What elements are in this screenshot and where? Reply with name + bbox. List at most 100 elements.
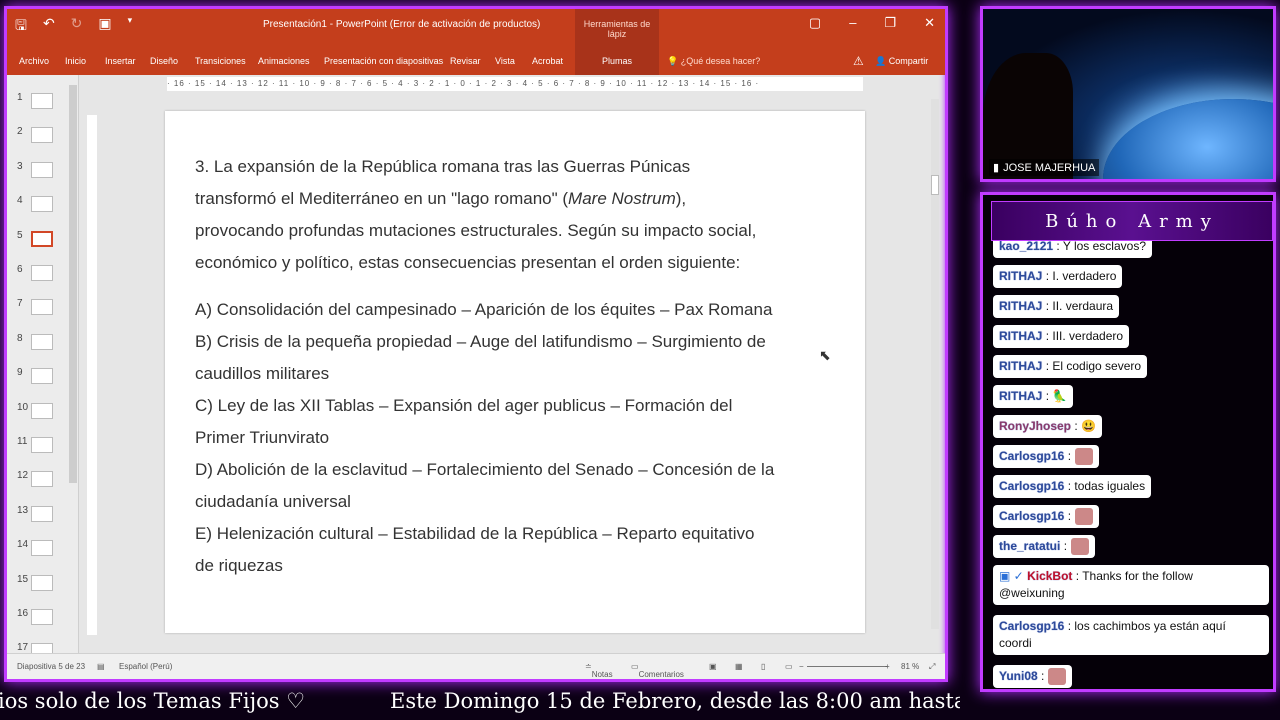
slide-thumbnail[interactable]: 16 <box>7 603 79 633</box>
slide-thumbnail[interactable]: 6 <box>7 259 79 289</box>
window-controls: ▢ – ❐ ✕ <box>809 15 935 31</box>
chat-username[interactable]: Carlosgp16 <box>999 449 1064 463</box>
chat-username[interactable]: Carlosgp16 <box>999 509 1064 523</box>
tab-insertar[interactable]: Insertar <box>105 56 136 66</box>
slide-thumbnail[interactable]: 5 <box>7 225 79 255</box>
restore-icon[interactable]: ❐ <box>884 15 896 31</box>
tab-vista[interactable]: Vista <box>495 56 515 66</box>
thumbnail-number: 3 <box>17 160 23 172</box>
option-c: C) Ley de las XII Tablas – Expansión del… <box>195 396 733 447</box>
thumbnail-number: 16 <box>17 608 29 619</box>
chat-username[interactable]: Yuni08 <box>999 669 1038 683</box>
chat-message: Carlosgp16 : <box>993 505 1100 529</box>
tab-transiciones[interactable]: Transiciones <box>195 56 246 66</box>
emote-icon <box>1075 448 1094 466</box>
thumbnail-preview <box>31 505 53 522</box>
slide-thumbnail[interactable]: 2 <box>7 121 79 151</box>
chat-message: Yuni08 : <box>993 665 1073 689</box>
slide-canvas[interactable]: 3. La expansión de la República romana t… <box>165 111 865 633</box>
chat-username[interactable]: Carlosgp16 <box>999 619 1064 633</box>
chat-text: : los cachimbos ya están aquí <box>1067 619 1226 633</box>
customize-qat-icon[interactable]: ▾ <box>128 15 133 39</box>
tab-inicio[interactable]: Inicio <box>65 56 86 66</box>
chat-username[interactable]: RITHAJ <box>999 329 1042 343</box>
search-placeholder: ¿Qué desea hacer? <box>680 56 761 66</box>
chat-username[interactable]: the_ratatui <box>999 539 1060 553</box>
slide-thumbnail[interactable]: 9 <box>7 362 79 392</box>
save-icon[interactable]: 🖫 <box>15 15 27 39</box>
chat-overlay: kao_2121 : Y los esclavos? RITHAJ : I. ve… <box>980 192 1276 692</box>
option-d: D) Abolición de la esclavitud – Fortalec… <box>195 460 775 511</box>
slide-thumbnail[interactable]: 14 <box>7 534 79 564</box>
slideshow-icon[interactable]: ▭ <box>785 662 793 671</box>
chat-message: RITHAJ : I. verdadero <box>993 265 1123 288</box>
share-button[interactable]: 👤 Compartir <box>875 56 928 67</box>
chat-username[interactable]: KickBot <box>1027 569 1072 583</box>
tab-archivo[interactable]: Archivo <box>19 56 49 66</box>
chat-text-continued: coordi <box>999 636 1032 650</box>
thumbnail-preview <box>31 471 53 488</box>
tab-revisar[interactable]: Revisar <box>450 56 481 66</box>
normal-view-icon[interactable]: ▣ <box>709 662 717 671</box>
zoom-out-icon[interactable]: − <box>799 662 804 671</box>
tell-me-search[interactable]: 💡 ¿Qué desea hacer? <box>667 56 760 67</box>
slide-thumbnail[interactable]: 3 <box>7 156 79 186</box>
tab-plumas[interactable]: Plumas <box>575 49 659 75</box>
chat-username[interactable]: RITHAJ <box>999 299 1042 313</box>
thumbnail-number: 11 <box>17 436 28 447</box>
tab-presentacion[interactable]: Presentación con diapositivas <box>324 56 443 66</box>
slide-thumbnail[interactable]: 4 <box>7 190 79 220</box>
thumbnail-number: 7 <box>17 298 23 310</box>
thumbnail-preview <box>31 127 53 144</box>
chat-title: Búho Army <box>991 201 1273 241</box>
redo-icon[interactable]: ↻ <box>71 15 83 39</box>
lightbulb-icon: 💡 <box>667 56 679 66</box>
slide-sorter-icon[interactable]: ▦ <box>735 662 743 671</box>
slide-thumbnail[interactable]: 8 <box>7 328 79 358</box>
zoom-slider[interactable] <box>807 666 887 667</box>
tab-animaciones[interactable]: Animaciones <box>258 56 310 66</box>
slide-thumbnail[interactable]: 10 <box>7 397 79 427</box>
spellcheck-icon[interactable]: ▤ <box>97 662 105 671</box>
zoom-in-icon[interactable]: + <box>885 662 890 671</box>
chat-message: RITHAJ : II. verdaura <box>993 295 1120 318</box>
chat-username[interactable]: RITHAJ <box>999 359 1042 373</box>
fit-to-window-icon[interactable]: ⤢ <box>929 662 935 672</box>
horizontal-ruler: · 16 · 15 · 14 · 13 · 12 · 11 · 10 · 9 ·… <box>167 77 863 91</box>
thumbnail-number: 4 <box>17 195 23 207</box>
zoom-level[interactable]: 81 % <box>901 662 919 671</box>
reading-view-icon[interactable]: ▯ <box>761 662 765 671</box>
language-status[interactable]: Español (Perú) <box>119 662 172 671</box>
slide-thumbnail[interactable]: 15 <box>7 569 79 599</box>
ribbon-display-icon[interactable]: ▢ <box>809 15 821 31</box>
emote-icon <box>1075 508 1094 526</box>
slide-thumbnail[interactable]: 1 <box>7 87 79 117</box>
start-from-beginning-icon[interactable]: ▣ <box>98 15 111 39</box>
chat-text: : Thanks for the follow <box>1075 569 1193 583</box>
chat-username[interactable]: RITHAJ <box>999 269 1042 283</box>
notes-button[interactable]: ≐ Notas <box>585 662 613 679</box>
thumbnail-number: 6 <box>17 264 23 275</box>
title-bar: 🖫 ↶ ↻ ▣ ▾ Presentación1 - PowerPoint (Er… <box>7 9 945 49</box>
tab-acrobat[interactable]: Acrobat <box>532 56 563 66</box>
slide-thumbnail[interactable]: 7 <box>7 293 79 323</box>
comments-button[interactable]: ▭ Comentarios <box>631 662 684 679</box>
chat-username[interactable]: Carlosgp16 <box>999 479 1064 493</box>
powerpoint-window: 🖫 ↶ ↻ ▣ ▾ Presentación1 - PowerPoint (Er… <box>4 6 948 682</box>
minimize-icon[interactable]: – <box>849 15 856 31</box>
chat-username[interactable]: RITHAJ <box>999 389 1042 403</box>
thumbnail-preview <box>31 368 53 385</box>
chat-username[interactable]: RonyJhosep <box>999 419 1071 433</box>
pen-tools-contextual-title: Herramientas de lápiz <box>575 9 659 49</box>
webcam-overlay: ▮ JOSE MAJERHUA <box>980 6 1276 182</box>
slide-thumbnail[interactable]: 11 <box>7 431 79 461</box>
undo-icon[interactable]: ↶ <box>43 15 55 39</box>
slide-thumbnail[interactable]: 12 <box>7 465 79 495</box>
tab-diseno[interactable]: Diseño <box>150 56 178 66</box>
slide-thumbnail[interactable]: 13 <box>7 500 79 530</box>
close-icon[interactable]: ✕ <box>924 15 935 31</box>
thumbnail-number: 5 <box>17 229 23 241</box>
scrollbar-thumb[interactable] <box>931 175 939 195</box>
warning-icon[interactable]: ⚠ <box>853 54 864 68</box>
thumbnail-preview <box>31 540 53 557</box>
